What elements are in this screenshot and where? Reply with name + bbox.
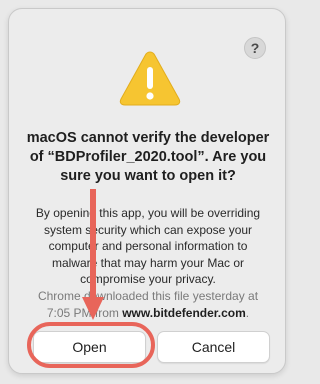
question-mark-icon: ?	[250, 40, 260, 56]
source-suffix: .	[245, 305, 250, 320]
warning-triangle-icon	[119, 51, 181, 106]
cancel-button[interactable]: Cancel	[157, 331, 270, 363]
dialog-title: macOS cannot verify the developer of “BD…	[26, 130, 270, 184]
cancel-button-label: Cancel	[191, 339, 236, 355]
source-domain: www.bitdefender.com	[122, 305, 246, 320]
open-button-label: Open	[72, 339, 107, 355]
open-button[interactable]: Open	[33, 331, 146, 363]
download-source-text: Chrome downloaded this file yesterday at…	[25, 288, 271, 321]
help-button[interactable]: ?	[244, 37, 266, 59]
security-warning-dialog: ? macOS cannot verify the developer of “…	[8, 8, 286, 374]
dialog-message: By opening this app, you will be overrid…	[35, 206, 261, 286]
